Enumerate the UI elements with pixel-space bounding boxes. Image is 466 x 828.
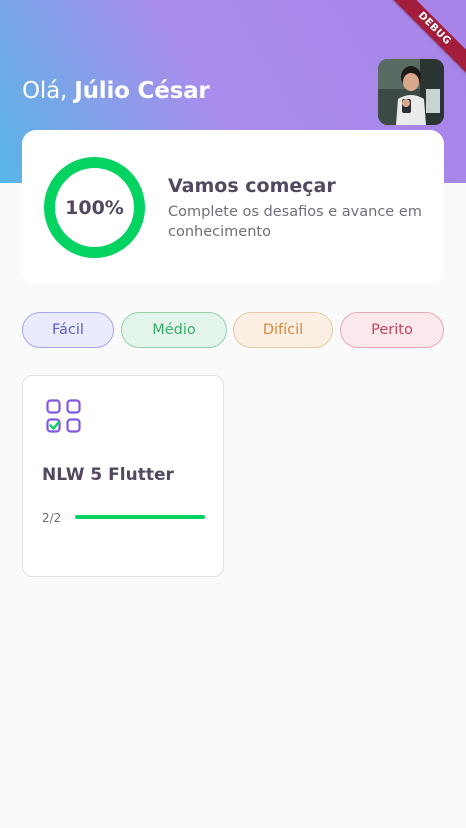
greeting: Olá, Júlio César	[22, 78, 210, 104]
quiz-progress-text: 2/2	[42, 511, 62, 525]
quiz-progress-bar	[75, 515, 205, 519]
quiz-card[interactable]: NLW 5 Flutter 2/2	[22, 375, 224, 577]
level-chip-perito[interactable]: Perito	[340, 312, 444, 348]
score-card: 100% Vamos começar Complete os desafios …	[22, 130, 444, 284]
progress-percent: 100%	[65, 196, 124, 219]
level-chip-medio[interactable]: Médio	[121, 312, 227, 348]
level-filter: Fácil Médio Difícil Perito	[0, 312, 466, 348]
level-chip-facil[interactable]: Fácil	[22, 312, 114, 348]
level-chip-dificil[interactable]: Difícil	[233, 312, 333, 348]
user-name: Júlio César	[74, 78, 210, 104]
quiz-progress-fill	[75, 515, 205, 519]
quiz-title: NLW 5 Flutter	[42, 465, 174, 485]
avatar-photo	[378, 59, 444, 125]
greeting-prefix: Olá,	[22, 78, 68, 104]
score-subtitle: Complete os desafios e avance em conheci…	[168, 204, 422, 240]
score-title: Vamos começar	[168, 175, 336, 197]
quiz-data-icon	[46, 399, 81, 433]
avatar[interactable]	[378, 59, 444, 125]
